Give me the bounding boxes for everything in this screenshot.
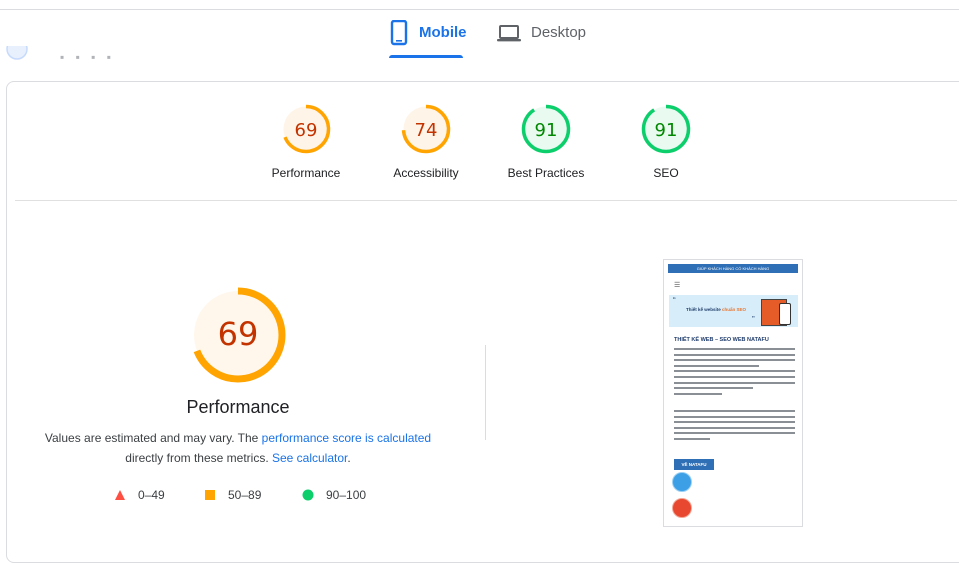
thumb-banner-text: Thiết kế website chuẩn SEO [686,307,747,312]
note-text-2: directly from these metrics. [125,451,272,465]
url-text-peek: ▪ ▪ ▪ ▪ [60,50,116,62]
tab-mobile-label: Mobile [419,24,467,41]
gauge-seo[interactable]: 91 SEO [606,103,726,180]
score-note: Values are estimated and may vary. The p… [30,428,446,468]
phone-illustration [779,303,791,325]
gauge-accessibility[interactable]: 74 Accessibility [366,103,486,180]
performance-title: Performance [186,397,290,417]
gauge-label: Accessibility [393,166,459,180]
top-divider [0,9,959,10]
legend-poor: 0–49 [114,488,165,502]
section-divider [15,200,957,201]
tab-active-indicator [389,55,463,58]
thumb-banner: “ Thiết kế website chuẩn SEO ” [669,295,798,327]
thumb-button: VỀ NATAFU [674,459,714,470]
triangle-icon [115,490,125,500]
tab-desktop-label: Desktop [531,24,587,41]
performance-score-large: 69 [218,315,259,353]
gauge-performance[interactable]: 69 Performance [246,103,366,180]
square-icon [205,490,215,500]
gauge-score: 69 [295,120,318,141]
legend-average-label: 50–89 [228,488,262,502]
see-calculator-link[interactable]: See calculator [272,451,347,465]
legend-good: 90–100 [302,488,366,502]
thumb-paragraph-1 [674,348,795,398]
gauge-label: SEO [653,166,679,180]
menu-icon: ☰ [674,282,681,289]
gauge-score: 91 [655,120,678,141]
tab-mobile[interactable]: Mobile [389,19,467,58]
page-screenshot-thumbnail[interactable]: GIÚP KHÁCH HÀNG CÓ KHÁCH HÀNG ☰ “ Thiết … [663,259,803,527]
favicon-peek [6,46,28,64]
circle-icon [302,489,314,501]
thumb-heading: THIẾT KẾ WEB – SEO WEB NATAFU [674,337,769,343]
legend-average: 50–89 [204,488,261,502]
gauge-best-practices[interactable]: 91 Best Practices [486,103,606,180]
gauge-label: Performance [271,166,341,180]
chat-bubble-icon [672,472,692,492]
gauge-score: 91 [535,120,558,141]
gauge-score: 74 [415,120,438,141]
performance-gauge-large: 69 [188,285,288,390]
laptop-icon [497,20,521,50]
phone-call-icon [672,498,692,518]
thumb-top-bar: GIÚP KHÁCH HÀNG CÓ KHÁCH HÀNG [668,264,798,273]
tab-desktop[interactable]: Desktop [497,20,586,58]
score-calculated-link[interactable]: performance score is calculated [262,431,431,445]
vertical-divider [485,345,486,440]
note-period: . [347,451,351,465]
legend-poor-label: 0–49 [138,488,165,502]
note-text: Values are estimated and may vary. The [44,431,262,445]
thumb-paragraph-2 [674,410,795,444]
legend-good-label: 90–100 [326,488,367,502]
gauge-label: Best Practices [507,166,585,180]
phone-icon [389,19,409,50]
